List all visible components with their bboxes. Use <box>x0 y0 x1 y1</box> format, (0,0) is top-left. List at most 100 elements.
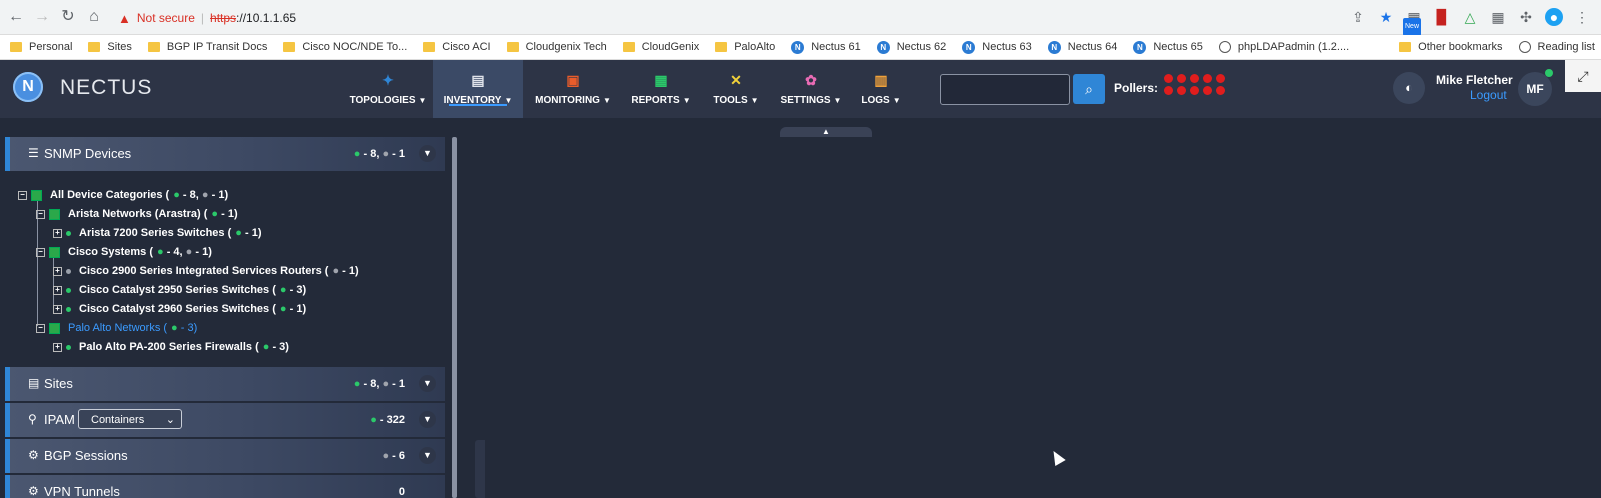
tree-node[interactable]: − Cisco Systems (● - 4, ● - 1) <box>36 246 212 258</box>
theme-toggle-icon[interactable]: ◐ <box>1393 72 1425 104</box>
expand-icon[interactable]: + <box>53 342 62 352</box>
menu-logs[interactable]: ▥ LOGS ▼ <box>855 60 907 118</box>
fullscreen-icon[interactable]: ⤢ <box>1565 60 1601 92</box>
online-status-icon <box>1545 69 1553 77</box>
app-logo-text[interactable]: NECTUS <box>60 76 152 100</box>
menu-inventory[interactable]: ▤ INVENTORY ▼ <box>433 60 523 118</box>
panel-toggle-tab[interactable] <box>475 440 485 498</box>
chevron-down-icon[interactable]: ▼ <box>419 411 436 428</box>
vpn-tunnels-header[interactable]: ⚙ VPN Tunnels 0 <box>5 475 445 498</box>
other-bookmarks[interactable]: Other bookmarks <box>1399 41 1503 53</box>
address-bar[interactable]: ▲ Not secure | https ://10.1.1.65 <box>118 9 296 27</box>
kebab-menu-icon[interactable]: ⋮ <box>1573 8 1591 26</box>
share-icon[interactable]: ⇪ <box>1349 8 1367 26</box>
bookmark-item[interactable]: N Nectus 62 <box>876 40 946 54</box>
search-input[interactable] <box>940 74 1070 105</box>
ipam-header[interactable]: ⚲ IPAM Containers ⌄ ● - 322 ▼ <box>5 403 445 437</box>
menu-label: MONITORING <box>535 95 600 106</box>
expand-icon[interactable]: + <box>53 304 62 314</box>
extension-new-icon[interactable]: ▦ New <box>1403 8 1423 36</box>
tree-node[interactable]: + Cisco Catalyst 2960 Series Switches (● … <box>53 303 306 315</box>
expand-icon[interactable]: + <box>53 228 62 238</box>
tree-node[interactable]: + Palo Alto PA-200 Series Firewalls (● - … <box>53 341 289 353</box>
tree-label: Palo Alto PA-200 Series Firewalls ( <box>79 341 259 353</box>
collapse-header-button[interactable]: ▲ <box>780 127 872 137</box>
snmp-devices-header[interactable]: ☰ SNMP Devices ● - 8, ● - 1 ▼ <box>5 137 445 171</box>
chevron-down-icon[interactable]: ▼ <box>419 447 436 464</box>
menu-topologies[interactable]: ✦ TOPOLOGIES ▼ <box>350 60 427 118</box>
sites-icon: ▤ <box>28 376 40 390</box>
bookmark-item[interactable]: Cisco ACI <box>423 41 491 53</box>
folder-icon <box>1399 42 1412 52</box>
home-icon[interactable]: ⌂ <box>84 7 104 27</box>
search-button[interactable]: ⌕ <box>1073 74 1105 104</box>
tree-label: Cisco 2900 Series Integrated Services Ro… <box>79 265 329 277</box>
nectus-logo-icon[interactable]: N <box>13 72 43 102</box>
avatar[interactable]: MF <box>1518 72 1552 106</box>
bookmark-item[interactable]: N Nectus 64 <box>1047 40 1118 54</box>
collapse-icon[interactable]: − <box>36 247 45 257</box>
reading-list[interactable]: Reading list <box>1518 41 1595 53</box>
panel-scrollbar[interactable] <box>452 137 457 498</box>
pollers-status[interactable] <box>1164 74 1226 95</box>
sites-counts: ● - 8, ● - 1 <box>353 378 405 390</box>
expand-icon[interactable]: + <box>53 266 62 276</box>
star-icon[interactable]: ★ <box>1377 8 1395 26</box>
bookmark-item[interactable]: N Nectus 63 <box>962 40 1032 54</box>
bookmark-item[interactable]: BGP IP Transit Docs <box>147 41 267 53</box>
monitoring-icon: ▣ <box>566 72 580 88</box>
tree-node[interactable]: + Arista 7200 Series Switches (● - 1) <box>53 227 261 239</box>
tree-node[interactable]: − Arista Networks (Arastra) (● - 1) <box>36 208 238 220</box>
puzzle-icon[interactable]: ✣ <box>1517 8 1535 26</box>
forward-icon[interactable]: → <box>32 7 52 27</box>
tree-node[interactable]: − Palo Alto Networks (● - 3) <box>36 322 197 334</box>
drive-icon[interactable]: △ <box>1461 8 1479 26</box>
tree-node[interactable]: + Cisco 2900 Series Integrated Services R… <box>53 265 359 277</box>
nectus-icon: N <box>791 40 805 54</box>
bgp-sessions-header[interactable]: ⚙ BGP Sessions ● - 6 ▼ <box>5 439 445 473</box>
bookmark-item[interactable]: Sites <box>88 41 132 53</box>
back-icon[interactable]: ← <box>6 7 26 27</box>
nectus-icon: N <box>876 40 890 54</box>
logs-icon: ▥ <box>874 72 888 88</box>
chevron-down-icon[interactable]: ▼ <box>419 375 436 392</box>
snmp-title: SNMP Devices <box>44 146 132 161</box>
collapse-icon[interactable]: − <box>18 190 27 200</box>
tree-counts: ● - 1) <box>235 227 262 239</box>
topology-icon: ✦ <box>382 72 394 88</box>
menu-settings[interactable]: ✿ SETTINGS ▼ <box>776 60 846 118</box>
bookmark-item[interactable]: Personal <box>10 41 72 53</box>
tree-label: Cisco Catalyst 2950 Series Switches ( <box>79 284 276 296</box>
collapse-icon[interactable]: − <box>36 209 45 219</box>
caret-down-icon: ▼ <box>418 96 427 105</box>
folder-icon <box>622 42 635 52</box>
chevron-down-icon[interactable]: ▼ <box>419 145 436 162</box>
collapse-icon[interactable]: − <box>36 323 45 333</box>
ipam-select[interactable]: Containers ⌄ <box>78 409 182 429</box>
folder-icon <box>423 42 436 52</box>
bookmark-item[interactable]: CloudGenix <box>622 41 699 53</box>
bookmark-item[interactable]: PaloAlto <box>715 41 775 53</box>
menu-tools[interactable]: ✕ TOOLS ▼ <box>708 60 764 118</box>
expand-icon[interactable]: + <box>53 285 62 295</box>
tree-counts: ● - 8, ● - 1) <box>173 189 229 201</box>
category-icon <box>49 208 60 220</box>
pdf-icon[interactable]: ▉ <box>1433 8 1451 26</box>
bookmark-item[interactable]: Cisco NOC/NDE To... <box>283 41 407 53</box>
profile-icon[interactable]: ● <box>1545 8 1563 26</box>
tree-node[interactable]: − All Device Categories (● - 8, ● - 1) <box>18 189 228 201</box>
database-icon: ☰ <box>28 146 39 160</box>
bookmark-item[interactable]: N Nectus 65 <box>1133 40 1203 54</box>
reload-icon[interactable]: ↻ <box>58 7 78 27</box>
menu-reports[interactable]: ▦ REPORTS ▼ <box>630 60 692 118</box>
bookmark-label: Sites <box>107 41 132 53</box>
menu-monitoring[interactable]: ▣ MONITORING ▼ <box>533 60 613 118</box>
tree-node[interactable]: + Cisco Catalyst 2950 Series Switches (● … <box>53 284 306 296</box>
bookmark-label: Nectus 64 <box>1067 41 1118 53</box>
sites-header[interactable]: ▤ Sites ● - 8, ● - 1 ▼ <box>5 367 445 401</box>
bookmark-item[interactable]: Cloudgenix Tech <box>506 41 607 53</box>
logout-link[interactable]: Logout <box>1470 88 1507 102</box>
bookmark-item[interactable]: phpLDAPadmin (1.2.... <box>1218 41 1349 53</box>
bookmark-item[interactable]: N Nectus 61 <box>791 40 861 54</box>
grid-icon[interactable]: ▦ <box>1489 8 1507 26</box>
